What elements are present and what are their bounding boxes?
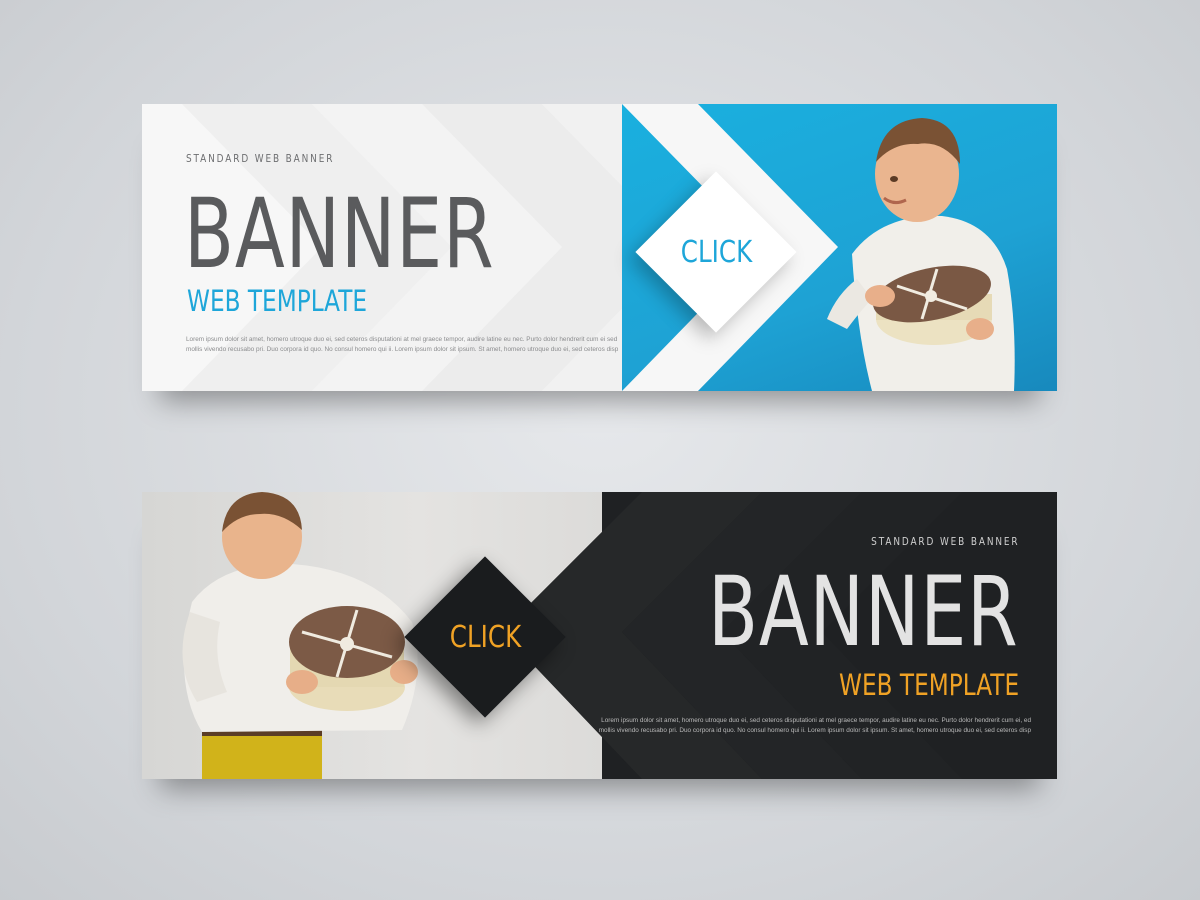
body-line: mollis vivendo recusabo pri. Duo corpora…: [598, 727, 1031, 734]
banner-light: CLICK STANDARD WEB BANNER BANNER WEB TEM…: [142, 104, 1057, 391]
click-button-label: CLICK: [680, 235, 753, 270]
banner-title: BANNER: [184, 178, 495, 290]
click-button-label: CLICK: [449, 620, 522, 655]
click-button[interactable]: CLICK: [404, 556, 566, 718]
banner-body-text: Lorem ipsum dolor sit amet, homero utroq…: [599, 716, 1031, 736]
banner-subtitle: WEB TEMPLATE: [187, 284, 368, 318]
body-line: Lorem ipsum dolor sit amet, homero utroq…: [601, 717, 1031, 724]
body-line: mollis vivendo recusabo pri. Duo corpora…: [186, 346, 619, 353]
body-line: Lorem ipsum dolor sit amet, homero utroq…: [186, 336, 618, 343]
banner-dark: CLICK STANDARD WEB BANNER BANNER WEB TEM…: [142, 492, 1057, 779]
eyebrow-text: STANDARD WEB BANNER: [870, 536, 1019, 548]
banner-subtitle: WEB TEMPLATE: [838, 668, 1019, 702]
eyebrow-text: STANDARD WEB BANNER: [186, 153, 335, 165]
banner-body-text: Lorem ipsum dolor sit amet, homero utroq…: [186, 335, 618, 355]
canvas: { "banners": [ { "eyebrow": "STANDARD WE…: [0, 0, 1200, 900]
banner-title: BANNER: [708, 556, 1019, 668]
click-button[interactable]: CLICK: [635, 171, 797, 333]
